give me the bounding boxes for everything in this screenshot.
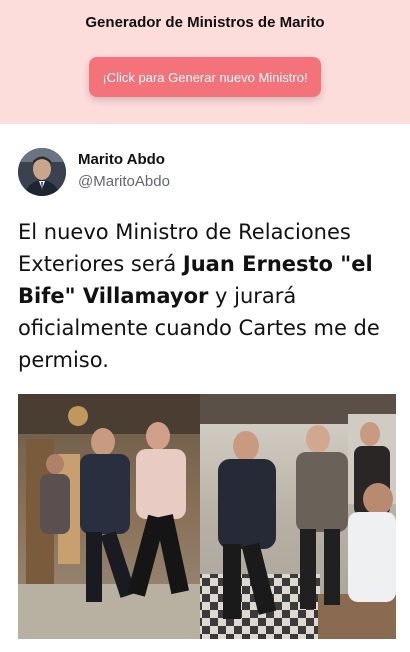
author-name[interactable]: Marito Abdo: [78, 151, 170, 169]
tweet-header: Marito Abdo @MaritoAbdo: [18, 148, 392, 196]
generate-minister-button[interactable]: ¡Click para Generar nuevo Ministro!: [89, 57, 321, 97]
avatar: [18, 148, 66, 196]
tweet-media[interactable]: [18, 394, 396, 639]
app-header: Generador de Ministros de Marito ¡Click …: [0, 0, 410, 124]
profile-photo-icon: [18, 148, 66, 196]
restaurant-scuffle-photo-icon: [18, 394, 396, 639]
author-handle[interactable]: @MaritoAbdo: [78, 173, 170, 191]
app-title: Generador de Ministros de Marito: [85, 14, 325, 31]
tweet-text: El nuevo Ministro de Relaciones Exterior…: [18, 216, 392, 376]
user-block: Marito Abdo @MaritoAbdo: [78, 151, 170, 191]
tweet-card: Marito Abdo @MaritoAbdo El nuevo Ministr…: [0, 148, 410, 639]
